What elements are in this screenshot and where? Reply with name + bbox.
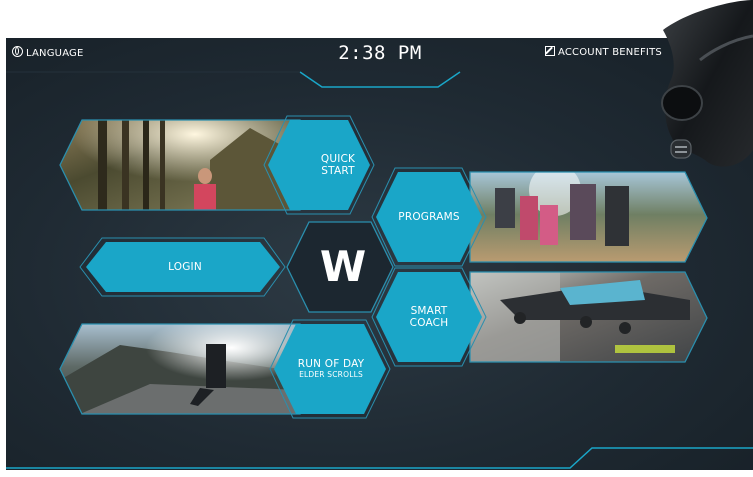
- programs-label: PROGRAMS: [398, 211, 460, 223]
- account-benefits-label: ACCOUNT BENEFITS: [558, 47, 662, 58]
- language-button[interactable]: LANGUAGE: [12, 46, 84, 59]
- quick-start-line2: START: [321, 165, 355, 177]
- smart-coach-label: SMART COACH: [378, 305, 480, 329]
- header-bar: [6, 71, 461, 88]
- footer-bar: [6, 447, 753, 469]
- account-benefits-button[interactable]: ACCOUNT BENEFITS: [545, 46, 662, 58]
- edit-icon: [545, 46, 555, 56]
- login-label: LOGIN: [168, 261, 202, 273]
- run-of-day-subtitle: ELDER SCROLLS: [299, 370, 363, 379]
- smart-coach-photo: [470, 272, 707, 362]
- clock: 2:38 PM: [338, 42, 422, 64]
- run-of-day-line1: RUN OF DAY: [297, 358, 365, 370]
- brand-logo-letter: W: [319, 242, 366, 291]
- ui-graphics: [6, 0, 753, 469]
- run-of-day-label: RUN OF DAY ELDER SCROLLS: [282, 358, 380, 379]
- language-label: LANGUAGE: [26, 48, 84, 59]
- treadmill-display: LANGUAGE 2:38 PM ACCOUNT BENEFITS QUICK …: [0, 0, 753, 477]
- smart-coach-line2: COACH: [409, 317, 449, 329]
- quick-start-label: QUICK START: [296, 153, 380, 177]
- run-of-day-photo: [60, 324, 300, 414]
- quick-start-line1: QUICK: [320, 153, 356, 165]
- globe-icon: [12, 46, 23, 57]
- programs-photo: [470, 172, 707, 262]
- smart-coach-line1: SMART: [410, 305, 448, 317]
- treadmill-console: [661, 0, 753, 167]
- quick-start-photo: [60, 120, 300, 210]
